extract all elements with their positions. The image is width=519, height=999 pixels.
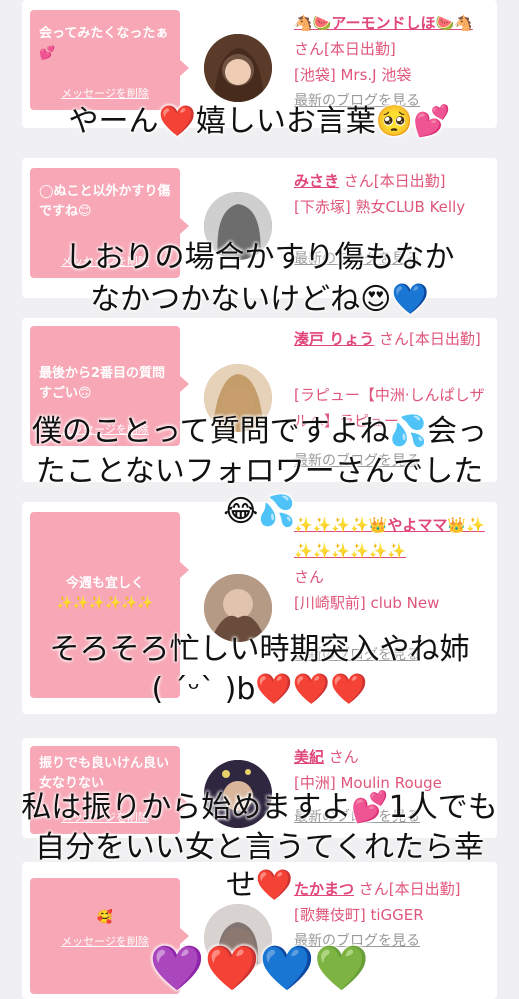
avatar-photo — [204, 34, 272, 102]
status-text: さん — [294, 568, 325, 586]
name-link[interactable]: 湊戸 りょう — [294, 330, 374, 348]
avatar[interactable] — [204, 34, 272, 102]
story-caption-line: 自分をいい女と言うてくれたら幸 — [34, 830, 485, 865]
name-link[interactable]: みさき — [294, 172, 339, 190]
story-caption-line: やーん❤️嬉しいお言葉🥺💕 — [68, 104, 451, 139]
status-text: さん[本日出勤] — [294, 40, 396, 58]
story-caption-line: そろそろ忙しい時期突入やね姉 — [49, 632, 470, 667]
name-link[interactable]: 美紀 — [294, 748, 324, 766]
story-caption-line: 僕のことって質問ですよね💦会っ — [32, 414, 487, 449]
story-caption-line: せ❤️ — [225, 868, 294, 903]
delete-message-link[interactable]: メッセージを削除 — [30, 84, 180, 104]
message-text: 🥰 — [96, 910, 114, 925]
message-text: ◯ぬこと以外かすり傷ですね😊 — [39, 184, 171, 219]
message-bubble: 会ってみたくなったぁ💕 メッセージを削除 — [30, 10, 189, 110]
story-caption-line: 💜❤️💙💚 — [149, 943, 370, 994]
shop-link[interactable]: [下赤塚] 熟女CLUB Kelly — [294, 194, 494, 220]
story-caption-line: たことないフォロワーさんでした — [35, 454, 484, 489]
message-text: 会ってみたくなったぁ💕 — [39, 26, 169, 61]
story-caption-line: なかつかないけどね😍💙 — [90, 282, 429, 317]
story-caption-line: 😂💦 — [223, 494, 296, 529]
story-caption-line: しおりの場合かすり傷もなか — [64, 240, 455, 275]
story-caption-line: 私は振りから始めますよ💕1人でも — [21, 790, 498, 825]
message-text: 最後から2番目の質問すごい🙃 — [39, 366, 166, 401]
message-text: 今週も宜しく✨✨✨✨✨✨ — [56, 576, 154, 611]
shop-link[interactable]: [池袋] Mrs.J 池袋 — [294, 62, 494, 88]
status-text: さん — [328, 748, 359, 766]
status-text: さん[本日出勤] — [343, 172, 446, 190]
profile-info: 🐴🍉アーモンドしほ🍉🐴 さん[本日出勤] [池袋] Mrs.J 池袋 最新のブロ… — [294, 10, 494, 114]
story-caption-line: ( ´ᵕ` )b❤️❤️❤️ — [151, 672, 368, 707]
shop-link[interactable]: [川崎駅前] club New — [294, 590, 494, 616]
name-link[interactable]: 🐴🍉アーモンドしほ🍉🐴 — [294, 14, 473, 32]
status-text: さん[本日出勤] — [379, 330, 481, 348]
